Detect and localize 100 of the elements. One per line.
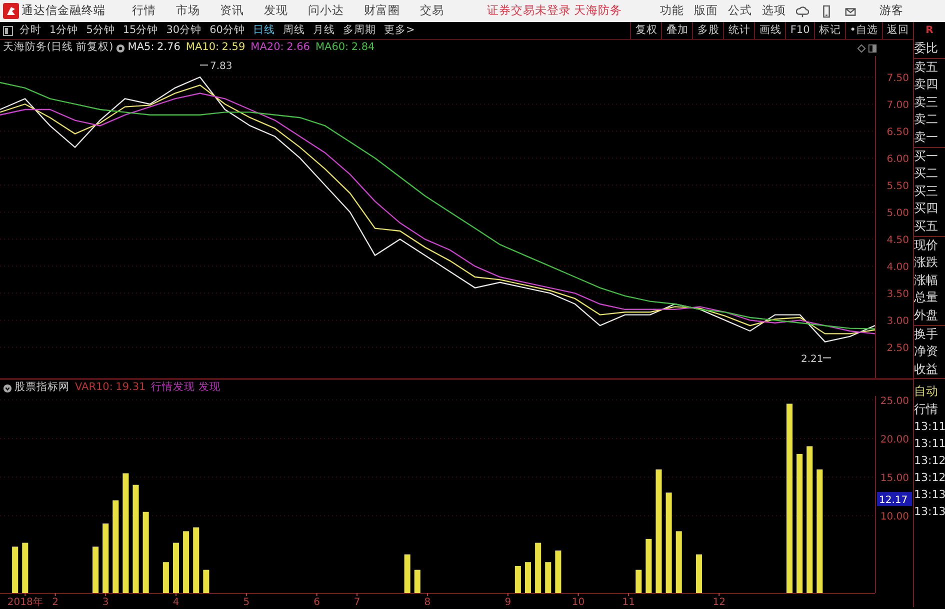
trade-time: 13:11 — [914, 436, 945, 452]
axis-label: 2.50 — [886, 343, 909, 354]
menu-item[interactable]: 发现 — [254, 2, 298, 20]
indicator-tags: 行情发现 发现 — [151, 380, 221, 396]
axis-label: 5.00 — [886, 208, 909, 220]
axis-label: 15.00 — [880, 473, 909, 484]
axis-label: 5 — [243, 597, 250, 607]
quote-label: 买四 — [914, 200, 939, 218]
header-label: R — [924, 24, 934, 38]
quote-label: 卖三 — [914, 94, 939, 111]
axis-label: 3.50 — [886, 289, 909, 300]
user-label[interactable]: 游客 — [879, 2, 904, 20]
axis-label: 6.50 — [886, 127, 909, 138]
axis-label: 7.50 — [886, 73, 909, 84]
axis-label: 5.50 — [886, 181, 909, 192]
panel-toggle-icon[interactable] — [2, 26, 13, 36]
period-tab[interactable]: 多周期 — [339, 22, 380, 38]
axis-label: 3.00 — [886, 316, 909, 328]
quote-label: 卖五 — [914, 58, 939, 76]
axis-label: 6.00 — [886, 154, 909, 166]
stock-name: 天海防务 — [574, 2, 622, 20]
period-tab[interactable]: 1分钟 — [46, 22, 82, 38]
menu-item[interactable]: 版面 — [688, 2, 723, 20]
trade-time: 13:13 — [914, 487, 945, 504]
indicator-name: MA10: — [186, 40, 220, 56]
trade-time: 13:12 — [914, 470, 945, 486]
menu-item[interactable]: 资讯 — [210, 2, 254, 20]
indicator-value: 2.84 — [351, 40, 375, 56]
axis-label: 2018年 — [7, 597, 43, 607]
menu-item[interactable]: 选项 — [756, 2, 791, 20]
quote-label: 买五 — [914, 218, 939, 235]
period-tab[interactable]: 周线 — [279, 22, 309, 38]
diamond-icon[interactable] — [856, 44, 866, 52]
quote-label: 总量 — [914, 289, 939, 306]
indicator-name: MA60: — [315, 40, 349, 56]
settings-icon[interactable] — [116, 44, 126, 52]
menu-item[interactable]: 问小达 — [298, 2, 354, 20]
menu-item[interactable]: 行情 — [122, 2, 166, 20]
quote-label: 换手 — [914, 326, 939, 342]
period-tab[interactable]: 分时 — [16, 22, 46, 38]
cloud-icon[interactable] — [796, 4, 810, 18]
axis-label: 4.00 — [886, 262, 909, 274]
quote-label: 委比 — [914, 40, 939, 57]
period-tab[interactable]: 15分钟 — [118, 22, 162, 38]
quote-tab[interactable]: 自动 — [914, 383, 945, 401]
axis-label: 7.00 — [886, 100, 909, 112]
period-tab[interactable]: 5分钟 — [82, 22, 119, 38]
quote-label: 卖一 — [914, 128, 939, 146]
login-status: 证券交易未登录 — [487, 2, 571, 20]
period-tab[interactable]: 月线 — [309, 22, 339, 38]
trade-time: 13:12 — [914, 453, 945, 470]
trade-time: 13:13 — [914, 504, 945, 520]
collapse-icon[interactable] — [2, 384, 12, 392]
indicator-name: MA20: — [250, 40, 284, 56]
quote-label: 外盘 — [914, 306, 939, 324]
indicator-name: VAR10: — [75, 380, 113, 396]
logo-icon — [2, 3, 19, 19]
quote-label: 买三 — [914, 182, 939, 200]
quote-label: 收益 — [914, 360, 939, 378]
quote-label: 现价 — [914, 236, 939, 254]
menu-item[interactable]: 功能 — [654, 2, 689, 20]
trade-time: 13:11 — [914, 419, 945, 436]
quote-label: 买二 — [914, 165, 939, 182]
axis-label: 12 — [712, 597, 726, 607]
axis-label: 10 — [572, 597, 585, 607]
quote-label: 净资 — [914, 343, 939, 360]
axis-label: 8 — [424, 597, 431, 607]
indicator-value: 2.76 — [157, 40, 180, 56]
period-tab[interactable]: 60分钟 — [206, 22, 249, 38]
indicator-value: 2.66 — [286, 40, 310, 56]
menu-item[interactable]: 公式 — [722, 2, 757, 20]
quote-label: 卖四 — [914, 76, 939, 94]
indicator-value: 2.59 — [222, 40, 246, 56]
annotation: 2.21 — [801, 354, 824, 365]
axis-label: 6 — [314, 597, 320, 607]
app-title: 通达信金融终端 — [22, 2, 106, 20]
menu-item[interactable]: 财富圈 — [354, 2, 410, 20]
chart-title: 天海防务(日线 前复权) — [2, 40, 114, 56]
axis-label: 4.50 — [886, 235, 909, 246]
indicator-name: MA5: — [128, 40, 154, 56]
quote-tab[interactable]: 行情 — [914, 400, 945, 418]
price-callout: 7.83 — [200, 61, 232, 72]
axis-label: 3 — [102, 597, 109, 607]
window-icon[interactable] — [868, 44, 878, 52]
menu-item[interactable]: 市场 — [166, 2, 210, 20]
quote-label: 涨跌 — [914, 254, 939, 272]
period-tab[interactable]: 30分钟 — [162, 22, 206, 38]
indicator-title: 股票指标网 — [14, 380, 70, 396]
period-tab[interactable]: 更多> — [380, 22, 419, 38]
price-callout: 2.21 — [801, 354, 832, 365]
indicator-value: 19.31 — [116, 380, 146, 396]
axis-label: 4 — [172, 597, 180, 607]
menu-item[interactable]: 交易 — [410, 2, 454, 20]
quote-label: 卖二 — [914, 111, 939, 128]
annotation: 12.17 — [879, 494, 908, 506]
axis-label: 25.00 — [880, 396, 909, 407]
quote-label: 买一 — [914, 148, 939, 165]
axis-label: 11 — [622, 597, 635, 607]
period-tab[interactable]: 日线 — [249, 22, 279, 38]
axis-label: 10.00 — [880, 512, 909, 523]
